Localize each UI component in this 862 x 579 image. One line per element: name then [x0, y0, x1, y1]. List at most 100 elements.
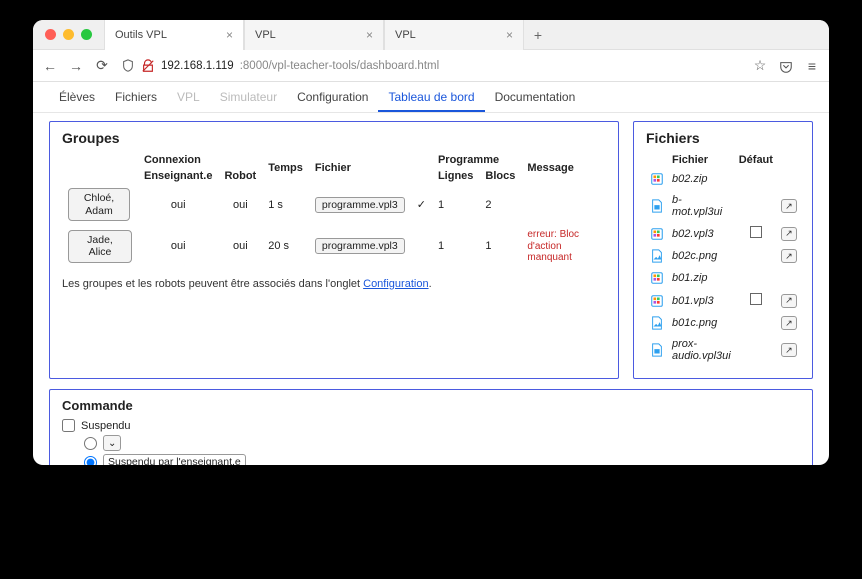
suspendu-checkbox[interactable]: [62, 419, 75, 432]
option-row-blank: ⌄: [84, 435, 800, 451]
suspendu-row: Suspendu: [62, 419, 800, 432]
file-type-icon: [646, 222, 668, 245]
open-button[interactable]: ↗: [781, 294, 797, 308]
panel-title: Commande: [62, 398, 800, 413]
check-icon: [411, 225, 432, 268]
group-button[interactable]: Jade, Alice: [68, 230, 132, 263]
panel-groupes: Groupes Connexion Temps Fichier Programm…: [49, 121, 619, 379]
browser-tab[interactable]: VPL ×: [244, 20, 384, 50]
cell-blocs: 2: [479, 184, 521, 225]
close-tab-icon[interactable]: ×: [366, 28, 373, 42]
page-tab-documentation[interactable]: Documentation: [485, 82, 586, 112]
new-tab-button[interactable]: +: [524, 27, 552, 43]
window-controls: [33, 29, 104, 40]
groupes-table: Connexion Temps Fichier Programme Messag…: [62, 152, 606, 268]
th-defaut: Défaut: [735, 152, 777, 168]
file-name[interactable]: b01.zip: [668, 267, 735, 289]
default-checkbox[interactable]: [750, 226, 762, 238]
reload-button[interactable]: ⟳: [95, 57, 109, 74]
cell-lignes: 1: [432, 184, 479, 225]
option-radio-text[interactable]: [84, 456, 97, 466]
open-button[interactable]: ↗: [781, 227, 797, 241]
file-name[interactable]: b02c.png: [668, 245, 735, 267]
file-name[interactable]: prox-audio.vpl3ui: [668, 334, 735, 366]
cell-temps: 20 s: [262, 225, 309, 268]
file-name[interactable]: b02.zip: [668, 168, 735, 190]
page-tab-eleves[interactable]: Élèves: [49, 82, 105, 112]
table-row: b01.zip: [646, 267, 801, 289]
browser-tab[interactable]: Outils VPL ×: [104, 20, 244, 50]
browser-tab[interactable]: VPL ×: [384, 20, 524, 50]
file-button[interactable]: programme.vpl3: [315, 197, 405, 213]
th-fichier: Fichier: [309, 152, 411, 184]
cell-message: erreur: Bloc d'action manquant: [521, 225, 606, 268]
th-blocs: Blocs: [479, 168, 521, 184]
table-row: Chloé,Adamouioui1 sprogramme.vpl3✓12: [62, 184, 606, 225]
file-name[interactable]: b01c.png: [668, 312, 735, 334]
insecure-icon: [141, 59, 155, 73]
page-tab-fichiers[interactable]: Fichiers: [105, 82, 167, 112]
close-tab-icon[interactable]: ×: [226, 28, 233, 42]
cell-enseignant: oui: [138, 225, 218, 268]
url-input[interactable]: 192.168.1.119 :8000/vpl-teacher-tools/das…: [121, 59, 741, 73]
table-row: b-mot.vpl3ui ↗: [646, 190, 801, 222]
group-button[interactable]: Chloé,Adam: [68, 188, 130, 221]
file-name[interactable]: b01.vpl3: [668, 289, 735, 312]
open-button[interactable]: ↗: [781, 316, 797, 330]
configuration-link[interactable]: Configuration: [363, 278, 428, 290]
tab-title: VPL: [255, 29, 276, 41]
th-temps: Temps: [262, 152, 309, 184]
url-path: :8000/vpl-teacher-tools/dashboard.html: [240, 60, 439, 72]
cell-temps: 1 s: [262, 184, 309, 225]
forward-button[interactable]: →: [69, 58, 83, 74]
close-tab-icon[interactable]: ×: [506, 28, 513, 42]
file-type-icon: [646, 334, 668, 366]
panel-title: Groupes: [62, 130, 606, 146]
table-row: b02.vpl3 ↗: [646, 222, 801, 245]
open-button[interactable]: ↗: [781, 343, 797, 357]
cell-message: [521, 184, 606, 225]
table-row: b01.vpl3 ↗: [646, 289, 801, 312]
cell-enseignant: oui: [138, 184, 218, 225]
page-content: Groupes Connexion Temps Fichier Programm…: [33, 113, 829, 465]
back-button[interactable]: ←: [43, 58, 57, 74]
table-row: b02.zip: [646, 168, 801, 190]
page-tabs: Élèves Fichiers VPL Simulateur Configura…: [33, 82, 829, 113]
maximize-window-icon[interactable]: [81, 29, 92, 40]
file-name[interactable]: b02.vpl3: [668, 222, 735, 245]
panel-fichiers: Fichiers Fichier Défaut b02.zipb-mot.vpl…: [633, 121, 813, 379]
panel-commande: Commande Suspendu ⌄ Suspendu par l'ensei…: [49, 389, 813, 465]
file-name[interactable]: b-mot.vpl3ui: [668, 190, 735, 222]
open-button[interactable]: ↗: [781, 249, 797, 263]
close-window-icon[interactable]: [45, 29, 56, 40]
file-type-icon: [646, 289, 668, 312]
url-host: 192.168.1.119: [161, 60, 234, 72]
shield-icon: [121, 59, 135, 73]
cell-robot: oui: [218, 184, 262, 225]
th-lignes: Lignes: [432, 168, 479, 184]
open-button[interactable]: ↗: [781, 199, 797, 213]
browser-window: Outils VPL × VPL × VPL × + ← → ⟳ 192.168…: [33, 20, 829, 465]
option-radio-blank[interactable]: [84, 437, 97, 450]
table-row: b02c.png ↗: [646, 245, 801, 267]
option-text-input[interactable]: Suspendu par l'enseignant.e: [103, 454, 246, 465]
tab-bar: Outils VPL × VPL × VPL × +: [33, 20, 829, 50]
file-type-icon: [646, 245, 668, 267]
toolbar: ← → ⟳ 192.168.1.119 :8000/vpl-teacher-too…: [33, 50, 829, 82]
cell-lignes: 1: [432, 225, 479, 268]
fichiers-table: Fichier Défaut b02.zipb-mot.vpl3ui↗b02.v…: [646, 152, 801, 366]
cell-robot: oui: [218, 225, 262, 268]
page-tab-configuration[interactable]: Configuration: [287, 82, 378, 112]
option-row-text: Suspendu par l'enseignant.e: [84, 454, 800, 465]
file-type-icon: [646, 312, 668, 334]
page-tab-vpl: VPL: [167, 82, 210, 112]
pocket-icon[interactable]: [779, 57, 793, 73]
default-checkbox[interactable]: [750, 293, 762, 305]
file-button[interactable]: programme.vpl3: [315, 238, 405, 254]
page-tab-tableau-de-bord[interactable]: Tableau de bord: [378, 82, 484, 112]
menu-icon[interactable]: ≡: [805, 58, 819, 74]
star-icon[interactable]: ☆: [753, 57, 767, 74]
minimize-window-icon[interactable]: [63, 29, 74, 40]
option-select-blank[interactable]: ⌄: [103, 435, 121, 451]
tab-title: Outils VPL: [115, 29, 167, 41]
